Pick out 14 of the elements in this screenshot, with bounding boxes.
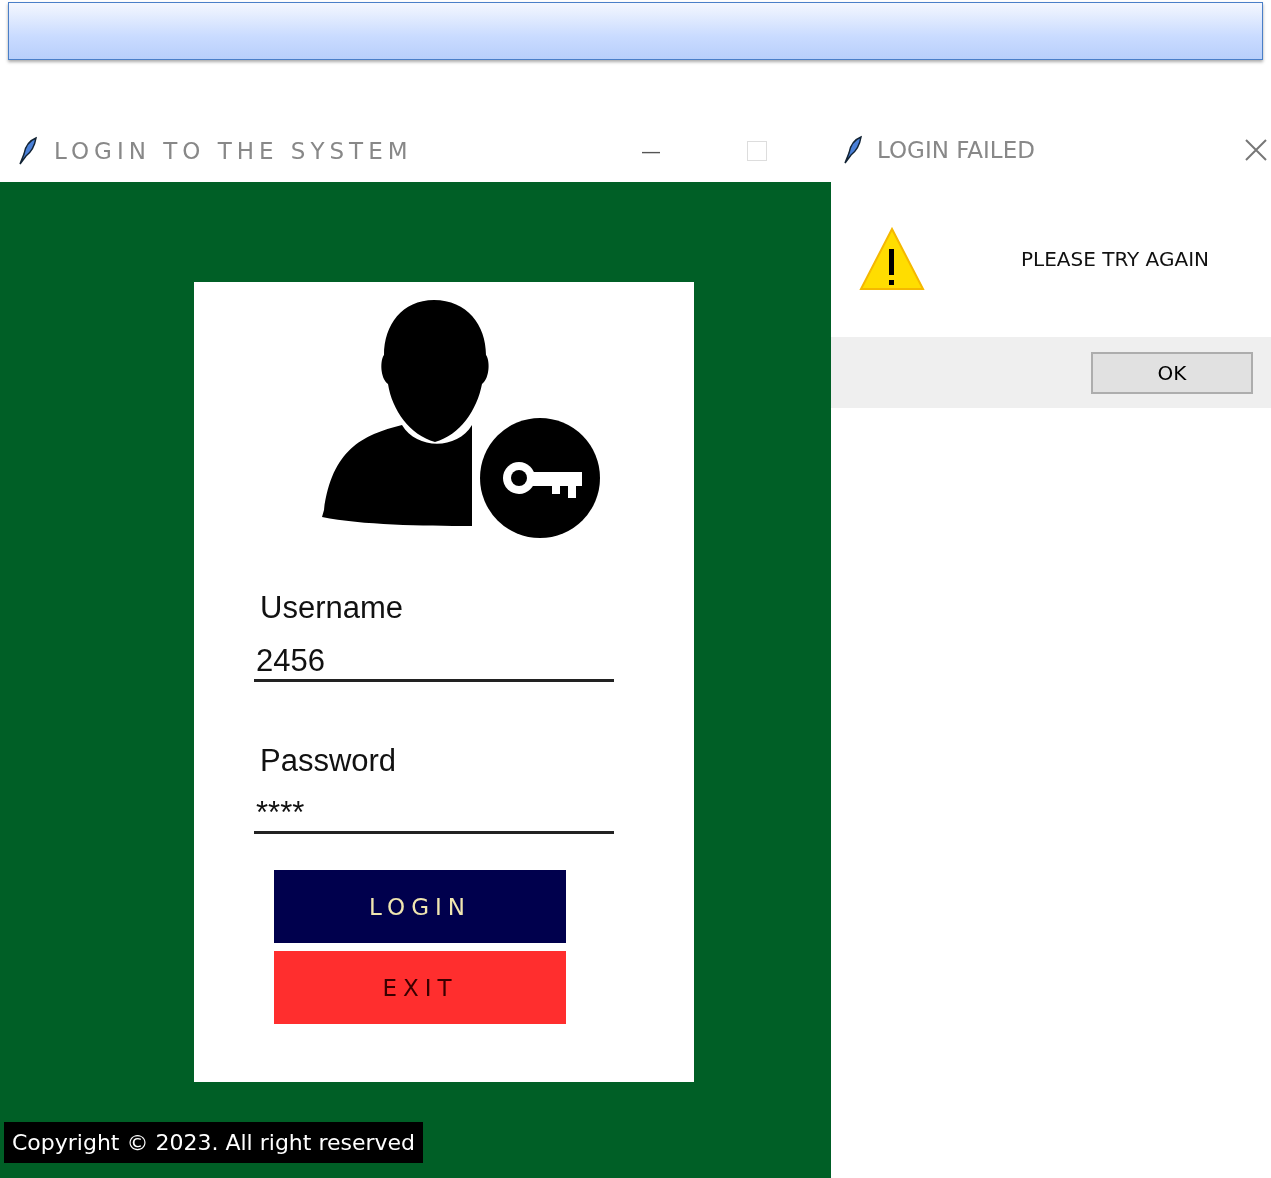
field-label: Password [260, 741, 398, 780]
minimize-button[interactable]: — [635, 136, 667, 166]
feather-icon [16, 136, 38, 166]
feather-icon [841, 135, 863, 165]
close-icon[interactable] [1245, 139, 1267, 161]
copyright-text: Copyright © 2023. All right reserved [4, 1122, 424, 1163]
exit-button[interactable]: EXIT [274, 951, 566, 1025]
dialog-title: LOGIN FAILED [877, 135, 1035, 165]
error-message: PLEASE TRY AGAIN [1021, 245, 1209, 273]
ok-button[interactable]: OK [1091, 351, 1253, 394]
window-title: LOGIN TO THE SYSTEM [54, 136, 413, 166]
login-button[interactable]: LOGIN [274, 870, 566, 944]
field-label: Username [260, 589, 404, 627]
warning-icon [859, 226, 925, 291]
